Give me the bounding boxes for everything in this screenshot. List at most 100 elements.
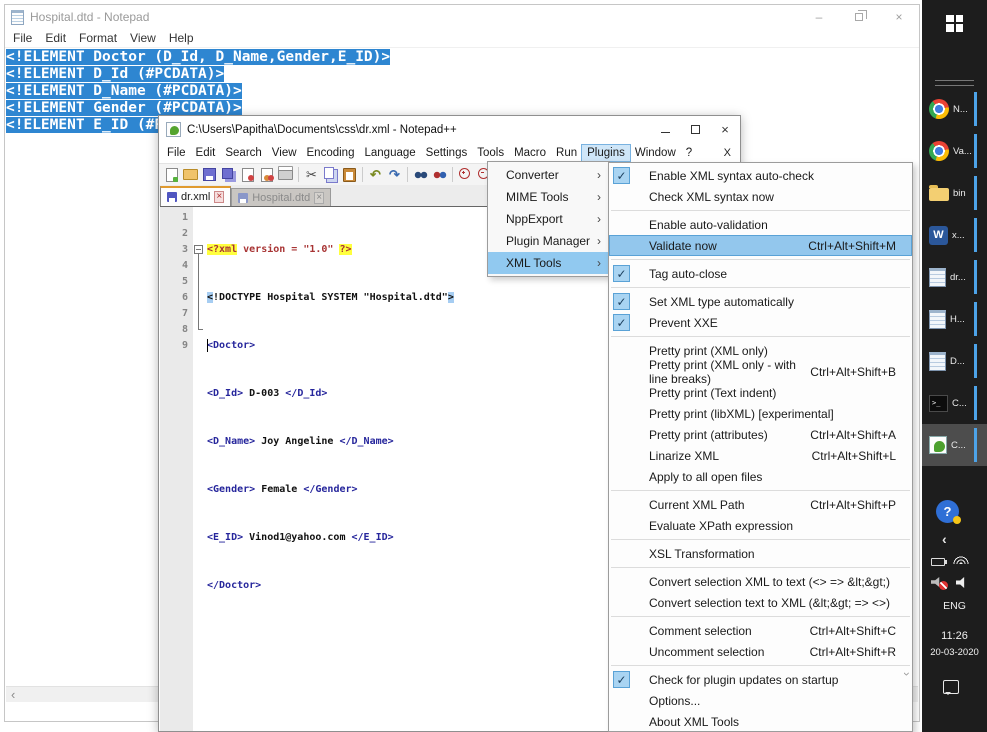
selected-text: <!ELEMENT Gender (#PCDATA)> bbox=[6, 100, 242, 116]
selected-text: <!ELEMENT Doctor (D_Id, D_Name,Gender,E_… bbox=[6, 49, 390, 65]
npp-menu-encoding[interactable]: Encoding bbox=[302, 145, 360, 161]
menu-item-nppexport[interactable]: NppExport› bbox=[488, 208, 609, 230]
menu-item-pretty-print-text-indent[interactable]: Pretty print (Text indent) bbox=[609, 382, 912, 403]
xml-value: Female bbox=[255, 484, 303, 495]
npp-menu-run[interactable]: Run bbox=[551, 145, 582, 161]
npp-menu-file[interactable]: File bbox=[162, 145, 191, 161]
npp-menu-tools[interactable]: Tools bbox=[472, 145, 509, 161]
notepad-menu-format[interactable]: Format bbox=[79, 31, 126, 45]
xml-tag: <E_ID> bbox=[207, 532, 243, 543]
language-indicator[interactable]: ENG bbox=[922, 600, 987, 612]
menu-item-label: Plugin Manager bbox=[506, 234, 590, 248]
npp-menu-language[interactable]: Language bbox=[359, 145, 420, 161]
find-icon[interactable] bbox=[412, 166, 429, 183]
menu-item-prevent-xxe[interactable]: ✓Prevent XXE bbox=[609, 312, 912, 333]
menu-item-label: Validate now bbox=[649, 239, 717, 253]
menu-item-current-xml-path[interactable]: Current XML PathCtrl+Alt+Shift+P bbox=[609, 494, 912, 515]
menu-item-check-for-plugin-updates[interactable]: ✓Check for plugin updates on startup bbox=[609, 669, 912, 690]
xml-tag: </Gender> bbox=[303, 484, 357, 495]
menu-item-check-xml-syntax-now[interactable]: Check XML syntax now bbox=[609, 186, 912, 207]
notepad-menu-edit[interactable]: Edit bbox=[45, 31, 75, 45]
tab-dr-xml[interactable]: dr.xml × bbox=[160, 186, 231, 206]
menu-item-pretty-print-attributes[interactable]: Pretty print (attributes)Ctrl+Alt+Shift+… bbox=[609, 424, 912, 445]
menu-item-enable-auto-validation[interactable]: Enable auto-validation bbox=[609, 214, 912, 235]
menu-item-mime-tools[interactable]: MIME Tools› bbox=[488, 186, 609, 208]
new-file-icon[interactable] bbox=[163, 166, 180, 183]
menu-item-converter[interactable]: Converter› bbox=[488, 164, 609, 186]
xml-tag: <D_Name> bbox=[207, 436, 255, 447]
npp-menu-window[interactable]: Window bbox=[630, 145, 681, 161]
npp-menu-settings[interactable]: Settings bbox=[421, 145, 473, 161]
menu-item-convert-text-to-xml[interactable]: Convert selection text to XML (&lt;&gt; … bbox=[609, 592, 912, 613]
menu-scroll-down-icon[interactable]: › bbox=[900, 672, 913, 676]
fold-collapse-icon[interactable] bbox=[194, 245, 203, 254]
npp-menu-plugins[interactable]: Plugins bbox=[582, 145, 630, 161]
document-close-button[interactable]: X bbox=[715, 147, 740, 159]
menu-item-xml-tools[interactable]: XML Tools› bbox=[488, 252, 609, 274]
menu-item-plugin-manager[interactable]: Plugin Manager› bbox=[488, 230, 609, 252]
notepad-menubar: File Edit Format View Help bbox=[5, 29, 919, 48]
menu-item-set-xml-type-automatically[interactable]: ✓Set XML type automatically bbox=[609, 291, 912, 312]
notepad-menu-file[interactable]: File bbox=[13, 31, 41, 45]
npp-menu-edit[interactable]: Edit bbox=[191, 145, 221, 161]
help-tray-icon[interactable]: ? bbox=[936, 500, 959, 523]
close-icon: × bbox=[721, 122, 729, 137]
close-all-icon[interactable] bbox=[258, 166, 275, 183]
line-number: 9 bbox=[160, 338, 188, 354]
submenu-arrow-icon: › bbox=[597, 212, 601, 226]
menu-item-evaluate-xpath-expression[interactable]: Evaluate XPath expression bbox=[609, 515, 912, 536]
menu-item-convert-xml-to-text[interactable]: Convert selection XML to text (<> => &lt… bbox=[609, 571, 912, 592]
close-file-icon[interactable] bbox=[239, 166, 256, 183]
tab-close-icon[interactable]: × bbox=[314, 192, 324, 204]
print-icon[interactable] bbox=[277, 166, 294, 183]
tab-hospital-dtd[interactable]: Hospital.dtd × bbox=[231, 188, 331, 206]
notepad-menu-help[interactable]: Help bbox=[169, 31, 203, 45]
npp-maximize-button[interactable] bbox=[680, 116, 710, 143]
mute-badge-icon bbox=[939, 581, 948, 590]
show-hidden-icons-chevron[interactable]: ‹ bbox=[942, 531, 947, 547]
npp-minimize-button[interactable] bbox=[650, 116, 680, 143]
notepad-minimize-button[interactable]: – bbox=[799, 5, 839, 29]
scroll-left-icon[interactable]: ‹ bbox=[6, 688, 15, 702]
notepad-restore-button[interactable] bbox=[839, 5, 879, 29]
save-all-icon[interactable] bbox=[220, 166, 237, 183]
menu-item-tag-auto-close[interactable]: ✓Tag auto-close bbox=[609, 263, 912, 284]
open-file-icon[interactable] bbox=[182, 166, 199, 183]
action-center-icon[interactable] bbox=[943, 680, 959, 694]
menu-item-comment-selection[interactable]: Comment selectionCtrl+Alt+Shift+C bbox=[609, 620, 912, 641]
zoom-in-icon[interactable] bbox=[457, 166, 474, 183]
menu-item-linarize-xml[interactable]: Linarize XMLCtrl+Alt+Shift+L bbox=[609, 445, 912, 466]
wifi-icon[interactable] bbox=[953, 554, 969, 564]
menu-separator bbox=[609, 613, 912, 620]
npp-close-button[interactable]: × bbox=[710, 116, 740, 143]
menu-item-options[interactable]: Options... bbox=[609, 690, 912, 711]
notepad-close-button[interactable]: × bbox=[879, 5, 919, 29]
menu-item-validate-now[interactable]: Validate nowCtrl+Alt+Shift+M bbox=[609, 235, 912, 256]
text-caret bbox=[207, 339, 208, 352]
npp-menu-help[interactable]: ? bbox=[681, 145, 697, 161]
menu-item-apply-to-all-open-files[interactable]: Apply to all open files bbox=[609, 466, 912, 487]
clock-time[interactable]: 11:26 bbox=[922, 630, 987, 642]
save-icon[interactable] bbox=[201, 166, 218, 183]
menu-item-pretty-print-libxml[interactable]: Pretty print (libXML) [experimental] bbox=[609, 403, 912, 424]
npp-menu-search[interactable]: Search bbox=[220, 145, 266, 161]
battery-icon[interactable] bbox=[931, 558, 945, 566]
npp-menu-view[interactable]: View bbox=[267, 145, 302, 161]
redo-icon[interactable]: ↷ bbox=[386, 166, 403, 183]
speaker-icon[interactable] bbox=[956, 577, 968, 588]
menu-item-uncomment-selection[interactable]: Uncomment selectionCtrl+Alt+Shift+R bbox=[609, 641, 912, 662]
tab-close-icon[interactable]: × bbox=[214, 191, 224, 203]
menu-item-xsl-transformation[interactable]: XSL Transformation bbox=[609, 543, 912, 564]
notepad-menu-view[interactable]: View bbox=[130, 31, 165, 45]
menu-item-about-xml-tools[interactable]: About XML Tools bbox=[609, 711, 912, 732]
cut-icon[interactable]: ✂ bbox=[303, 166, 320, 183]
copy-icon[interactable] bbox=[322, 166, 339, 183]
replace-icon[interactable] bbox=[431, 166, 448, 183]
clock-date[interactable]: 20-03-2020 bbox=[922, 647, 987, 658]
menu-item-pretty-print-line-breaks[interactable]: Pretty print (XML only - with line break… bbox=[609, 361, 912, 382]
menu-item-enable-xml-syntax-auto-check[interactable]: ✓Enable XML syntax auto-check bbox=[609, 165, 912, 186]
paste-icon[interactable] bbox=[341, 166, 358, 183]
line-number: 7 bbox=[160, 306, 188, 322]
undo-icon[interactable]: ↶ bbox=[367, 166, 384, 183]
npp-menu-macro[interactable]: Macro bbox=[509, 145, 551, 161]
